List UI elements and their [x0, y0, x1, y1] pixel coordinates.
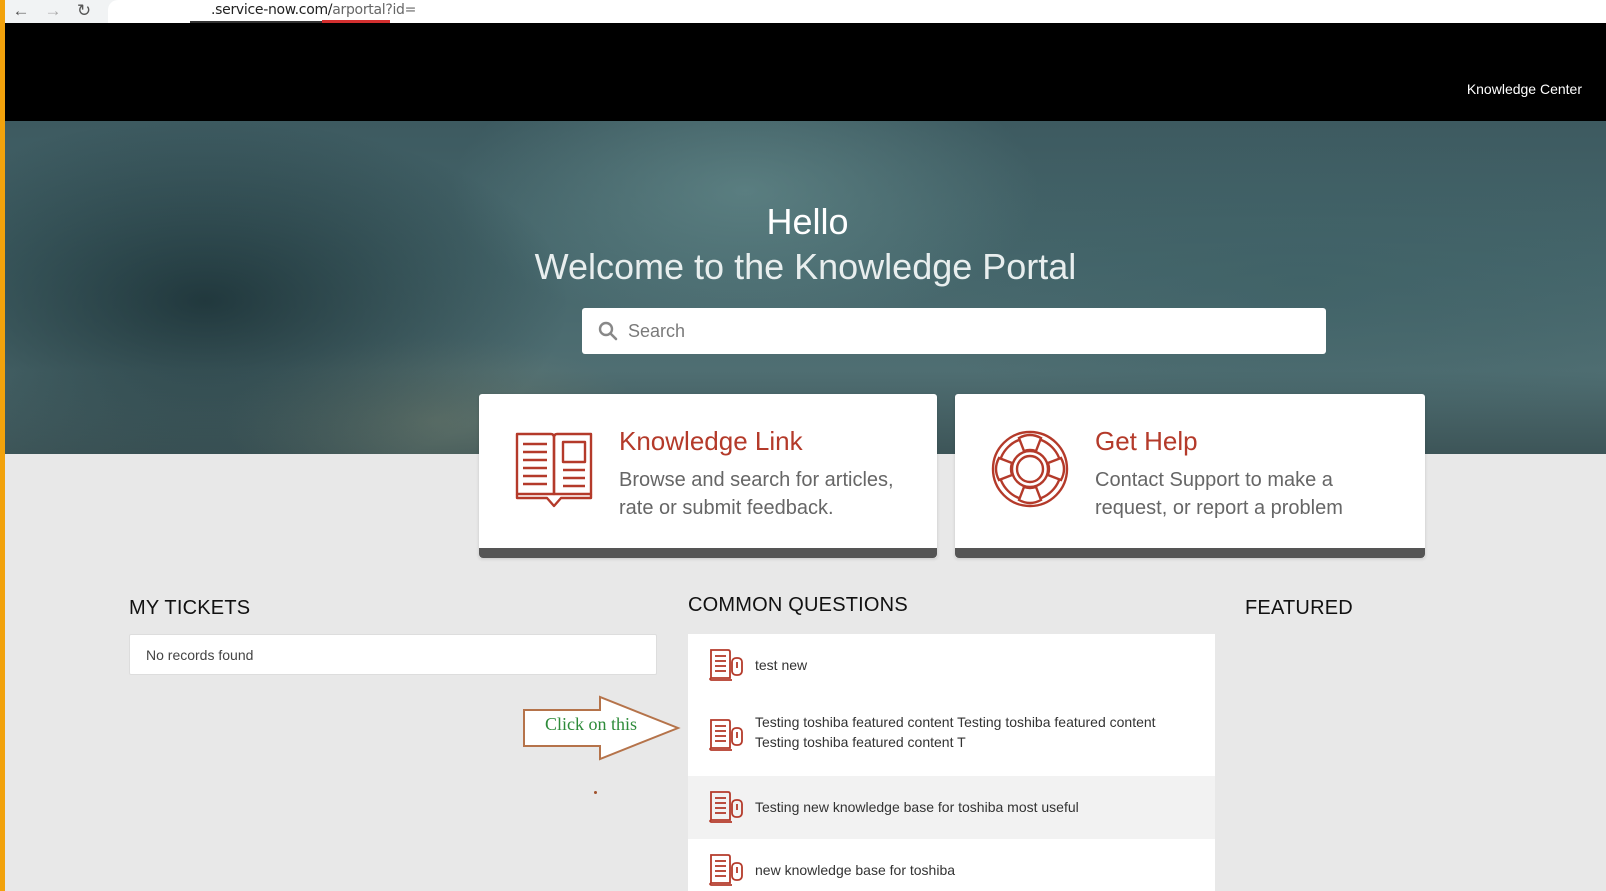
my-tickets-title: MY TICKETS	[129, 597, 251, 619]
card-description: Contact Support to make a request, or re…	[1095, 469, 1343, 519]
reload-icon[interactable]: ↻	[73, 1, 95, 21]
question-link[interactable]: test new	[755, 655, 1175, 675]
annotation-label: Click on this	[545, 714, 638, 734]
search-bar[interactable]	[582, 308, 1326, 354]
url-path: arportal?id=	[332, 2, 417, 18]
back-arrow-icon[interactable]: ←	[10, 1, 32, 21]
article-icon	[709, 854, 743, 886]
question-link[interactable]: Testing new knowledge base for toshiba m…	[755, 797, 1175, 817]
knowledge-link-card[interactable]: Knowledge Link Browse and search for art…	[479, 394, 937, 558]
lifebuoy-icon	[991, 430, 1069, 508]
my-tickets-panel: No records found	[129, 634, 657, 675]
no-records-text: No records found	[146, 647, 254, 663]
annotation-dot	[594, 791, 597, 794]
book-icon	[515, 432, 593, 508]
card-title: Get Help	[1095, 426, 1198, 456]
common-questions-title: COMMON QUESTIONS	[688, 594, 908, 616]
article-icon	[709, 791, 743, 823]
search-input[interactable]	[628, 308, 1308, 354]
card-description: Browse and search for articles, rate or …	[619, 469, 894, 519]
window-left-edge	[0, 0, 5, 891]
article-icon	[709, 719, 743, 751]
featured-title: FEATURED	[1245, 597, 1353, 619]
list-item[interactable]: new knowledge base for toshiba	[688, 839, 1215, 891]
card-bottom-bar	[955, 548, 1425, 558]
list-item[interactable]: Testing new knowledge base for toshiba m…	[688, 776, 1215, 839]
question-link[interactable]: Testing toshiba featured content Testing…	[755, 712, 1175, 752]
address-bar-url[interactable]: .service-now.com/arportal?id=	[211, 2, 416, 18]
browser-toolbar: ← → ↻ .service-now.com/arportal?id=	[0, 0, 1606, 23]
hero-subtitle-text: Welcome to the Knowledge Portal	[534, 246, 1077, 287]
card-bottom-bar	[479, 548, 937, 558]
article-icon	[709, 649, 743, 681]
search-icon	[598, 321, 618, 341]
knowledge-center-link[interactable]: Knowledge Center	[1467, 81, 1582, 97]
portal-header: Knowledge Center	[5, 23, 1606, 121]
get-help-card[interactable]: Get Help Contact Support to make a reque…	[955, 394, 1425, 558]
list-item[interactable]: Testing toshiba featured content Testing…	[688, 696, 1215, 776]
forward-arrow-icon[interactable]: →	[42, 1, 64, 21]
hero-greeting: Hello	[766, 201, 849, 242]
list-item[interactable]: test new	[688, 634, 1215, 696]
card-title: Knowledge Link	[619, 426, 803, 456]
url-host: .service-now.com/	[211, 2, 333, 18]
question-link[interactable]: new knowledge base for toshiba	[755, 860, 1175, 880]
common-questions-list: test new Testing toshiba featured conten…	[688, 634, 1215, 891]
hero-subtitle: Welcome to the Knowledge Portal	[5, 246, 1606, 288]
